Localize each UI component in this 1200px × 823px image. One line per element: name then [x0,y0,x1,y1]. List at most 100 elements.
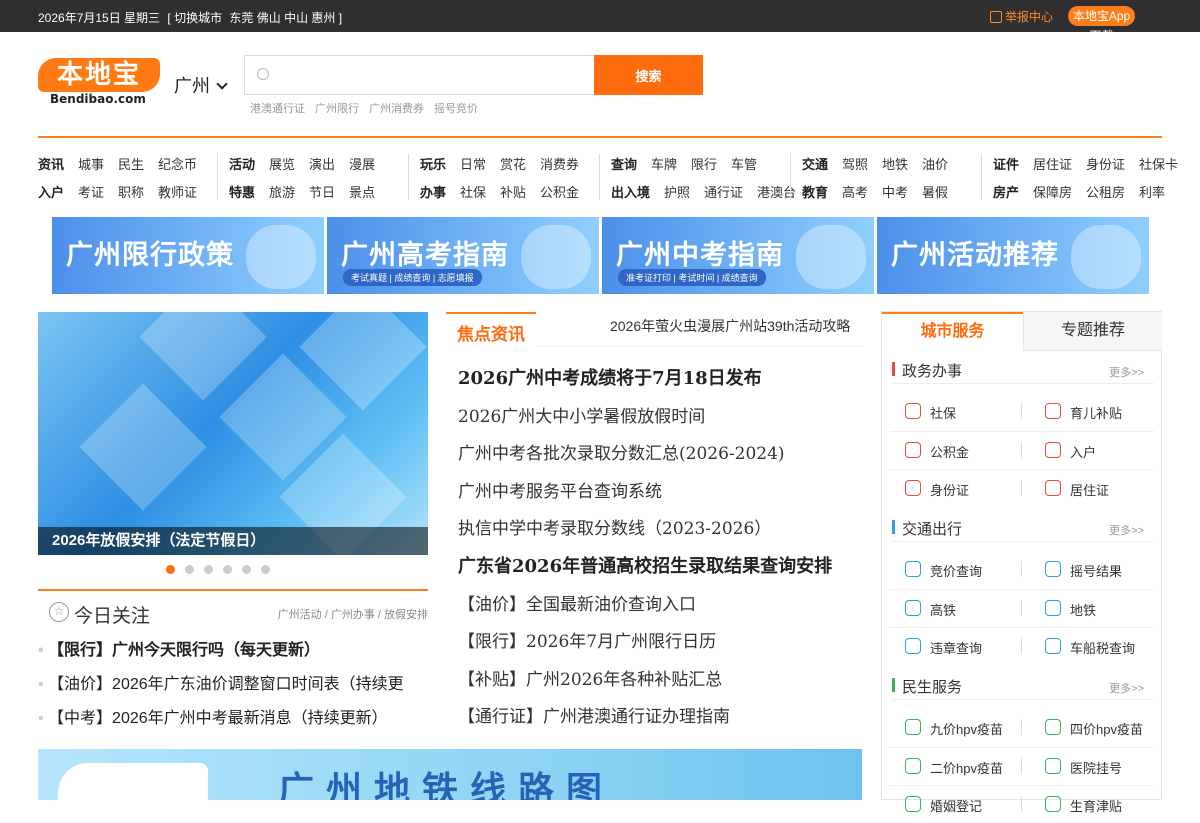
nav-link[interactable]: 利率 [1139,185,1165,200]
news-item[interactable]: 【限行】2026年7月广州限行日历 [458,625,862,663]
nav-link[interactable]: 地铁 [882,157,908,172]
tab-city-services[interactable]: 城市服务 [882,312,1023,351]
service-item[interactable]: 地铁 [1030,589,1160,627]
carousel-dot[interactable] [261,565,270,574]
carousel-dot[interactable] [166,565,175,574]
nav-link[interactable]: 车管 [731,157,757,172]
service-item[interactable]: 公积金 [890,431,1020,469]
nav-link[interactable]: 高考 [842,185,868,200]
nav-link[interactable]: 旅游 [269,185,295,200]
hot-search-link[interactable]: 摇号竞价 [434,103,478,115]
service-item[interactable]: 婚姻登记 [890,785,1020,823]
carousel-dot[interactable] [204,565,213,574]
search-button[interactable]: 搜索 [594,55,703,95]
hot-search-link[interactable]: 广州限行 [315,103,359,115]
nav-link[interactable]: 中考 [882,185,908,200]
news-item[interactable]: 【补贴】广州2026年各种补贴汇总 [458,663,862,701]
more-link[interactable]: 更多>> [1109,522,1144,538]
nav-category[interactable]: 出入境 [611,185,650,200]
service-item[interactable]: 竞价查询 [890,550,1020,588]
nav-category[interactable]: 资讯 [38,157,64,172]
news-item[interactable]: 广州中考各批次录取分数汇总(2026-2024) [458,437,862,475]
nav-link[interactable]: 身份证 [1086,157,1125,172]
carousel-dot[interactable] [185,565,194,574]
news-ticker[interactable]: 2026年萤火虫漫展广州站39th活动攻略 [610,316,850,336]
tab-focus-news[interactable]: 焦点资讯 [446,312,536,348]
nav-link[interactable]: 职称 [118,185,144,200]
nav-link[interactable]: 社保 [460,185,486,200]
nav-link[interactable]: 赏花 [500,157,526,172]
nav-link[interactable]: 保障房 [1033,185,1072,200]
service-item[interactable]: 摇号结果 [1030,550,1160,588]
service-item[interactable]: 车船税查询 [1030,627,1160,665]
service-item[interactable]: 医院挂号 [1030,747,1160,785]
nav-category[interactable]: 房产 [993,185,1019,200]
metro-map-banner[interactable]: 广州地铁线路图 [38,749,862,800]
banner-1[interactable]: 广州限行政策 [52,217,324,294]
nav-link[interactable]: 限行 [691,157,717,172]
nav-link[interactable]: 社保卡 [1139,157,1178,172]
nav-link[interactable]: 暑假 [922,185,948,200]
nav-link[interactable]: 护照 [664,185,690,200]
site-logo[interactable]: 本地宝 Bendibao.com [38,58,160,108]
nav-link[interactable]: 教师证 [158,185,197,200]
more-link[interactable]: 更多>> [1109,680,1144,696]
service-item[interactable]: 高铁 [890,589,1020,627]
service-item[interactable]: 二价hpv疫苗 [890,747,1020,785]
app-download-button[interactable]: 本地宝App下载 [1068,6,1135,43]
nav-link[interactable]: 城事 [78,157,104,172]
carousel-dot[interactable] [223,565,232,574]
nav-link[interactable]: 展览 [269,157,295,172]
hot-search-link[interactable]: 港澳通行证 [250,103,305,115]
nav-link[interactable]: 漫展 [349,157,375,172]
nav-link[interactable]: 油价 [922,157,948,172]
today-item[interactable]: 【油价】2026年广东油价调整窗口时间表（持续更 [38,674,428,708]
service-item[interactable]: 四价hpv疫苗 [1030,708,1160,746]
nav-link[interactable]: 节日 [309,185,335,200]
service-item[interactable]: 入户 [1030,431,1160,469]
nav-link[interactable]: 民生 [118,157,144,172]
nav-category[interactable]: 入户 [38,185,64,200]
news-item[interactable]: 2026广州中考成绩将于7月18日发布 [458,362,862,400]
city-selector[interactable]: 广州 [174,72,228,98]
nav-category[interactable]: 特惠 [229,185,255,200]
hero-slide[interactable]: 2026年放假安排（法定节假日） [38,312,428,555]
service-item[interactable]: 社保 [890,392,1020,430]
news-item[interactable]: 执信中学中考录取分数线（2023-2026） [458,512,862,550]
nav-category[interactable]: 交通 [802,157,828,172]
city-links[interactable]: 东莞 佛山 中山 惠州 ] [229,11,342,25]
nav-category[interactable]: 玩乐 [420,157,446,172]
nav-link[interactable]: 纪念币 [158,157,197,172]
more-link[interactable]: 更多>> [1109,364,1144,380]
nav-link[interactable]: 演出 [309,157,335,172]
news-item[interactable]: 【油价】全国最新油价查询入口 [458,588,862,626]
hot-search-link[interactable]: 广州消费券 [369,103,424,115]
nav-link[interactable]: 景点 [349,185,375,200]
nav-link[interactable]: 补贴 [500,185,526,200]
news-item[interactable]: 广州中考服务平台查询系统 [458,475,862,513]
nav-category[interactable]: 办事 [420,185,446,200]
banner-3[interactable]: 广州中考指南 准考证打印 | 考试时间 | 成绩查询 [602,217,874,294]
nav-category[interactable]: 教育 [802,185,828,200]
service-item[interactable]: 居住证 [1030,469,1160,507]
nav-link[interactable]: 公租房 [1086,185,1125,200]
service-item[interactable]: 身份证 [890,469,1020,507]
report-center-link[interactable]: 举报中心 [990,8,1053,25]
nav-link[interactable]: 居住证 [1033,157,1072,172]
nav-category[interactable]: 活动 [229,157,255,172]
nav-link[interactable]: 通行证 [704,185,743,200]
news-item[interactable]: 【通行证】广州港澳通行证办理指南 [458,700,862,738]
nav-link[interactable]: 消费券 [540,157,579,172]
today-item[interactable]: 【中考】2026年广州中考最新消息（持续更新） [38,708,428,742]
service-item[interactable]: 生育津贴 [1030,785,1160,823]
tab-featured[interactable]: 专题推荐 [1023,312,1162,351]
news-item[interactable]: 广东省2026年普通高校招生录取结果查询安排 [458,550,862,588]
banner-2[interactable]: 广州高考指南 考试真题 | 成绩查询 | 志愿填报 [327,217,599,294]
service-item[interactable]: 育儿补贴 [1030,392,1160,430]
search-input[interactable] [275,57,585,93]
nav-link[interactable]: 公积金 [540,185,579,200]
banner-4[interactable]: 广州活动推荐 [877,217,1149,294]
nav-category[interactable]: 证件 [993,157,1019,172]
service-item[interactable]: 九价hpv疫苗 [890,708,1020,746]
nav-link[interactable]: 车牌 [651,157,677,172]
